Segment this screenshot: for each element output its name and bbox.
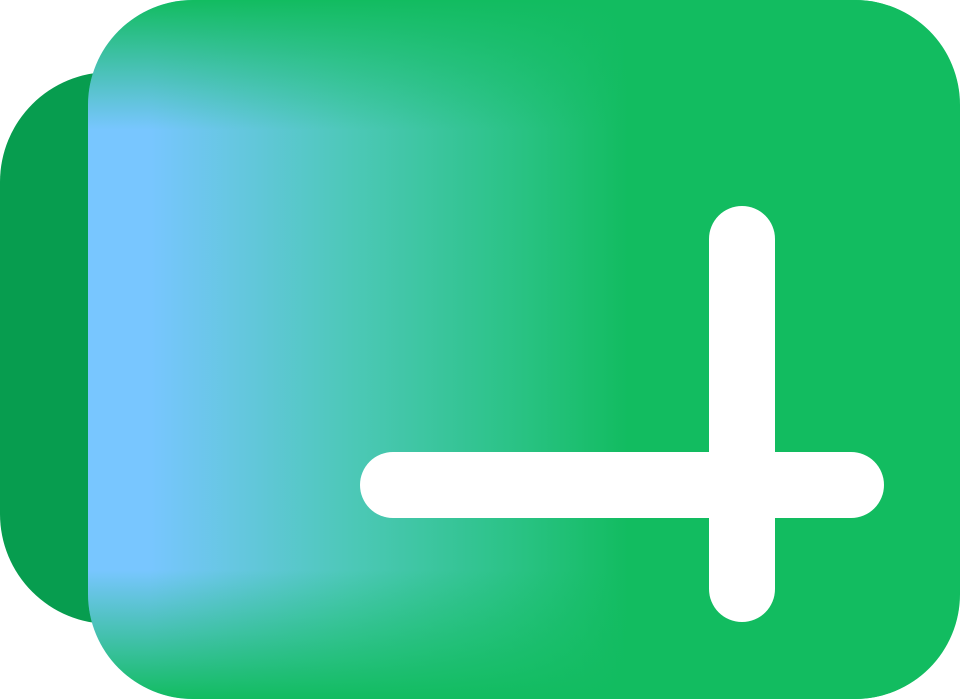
folder-front-panel <box>88 0 960 699</box>
add-folder-icon <box>0 0 960 699</box>
plus-vertical-bar <box>709 206 775 622</box>
add-folder-app-icon <box>0 0 960 699</box>
plus-horizontal-bar <box>360 452 884 518</box>
